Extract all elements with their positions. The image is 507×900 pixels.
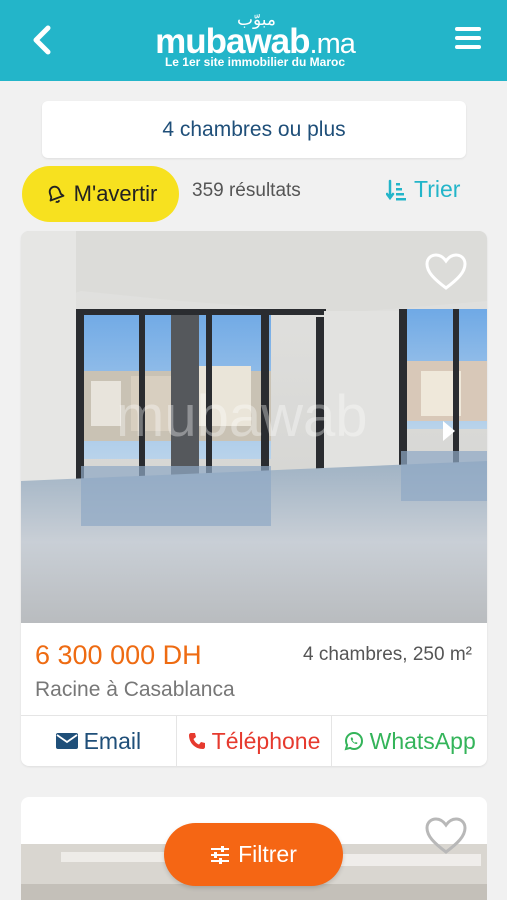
app-header: مبوّب mubawab.ma Le 1er site immobilier …	[0, 0, 507, 81]
listing-price: 6 300 000 DH	[35, 640, 202, 670]
photo-watermark: mubawab	[116, 384, 367, 449]
whatsapp-button[interactable]: WhatsApp	[332, 716, 487, 766]
filter-label: Filtrer	[238, 841, 297, 867]
sliders-icon	[211, 845, 230, 864]
hamburger-menu-button[interactable]	[455, 27, 481, 51]
menu-line-icon	[455, 36, 481, 40]
alert-button[interactable]: M'avertir	[22, 166, 179, 222]
chevron-left-icon	[33, 25, 51, 55]
results-count: 359 résultats	[192, 180, 301, 201]
phone-label: Téléphone	[211, 727, 321, 754]
sort-icon	[386, 179, 406, 200]
alert-label: M'avertir	[73, 181, 158, 206]
phone-icon	[188, 733, 205, 749]
listing-actions: Email Téléphone WhatsApp	[21, 715, 487, 766]
bell-icon	[48, 185, 65, 203]
menu-line-icon	[455, 45, 481, 49]
phone-button[interactable]: Téléphone	[177, 716, 333, 766]
listing-location: Racine à Casablanca	[35, 678, 235, 701]
whatsapp-label: WhatsApp	[369, 727, 476, 754]
filter-button[interactable]: Filtrer	[164, 823, 343, 886]
listing-card[interactable]: mubawab 6 300 000 DH 4 chambres, 250 m² …	[21, 231, 487, 766]
mubawab-logo[interactable]: مبوّب mubawab.ma Le 1er site immobilier …	[145, 10, 365, 72]
listing-photo[interactable]: mubawab	[21, 231, 487, 623]
sort-label: Trier	[414, 176, 461, 202]
listing-specs: 4 chambres, 250 m²	[303, 644, 472, 665]
active-filter-chip[interactable]: 4 chambres ou plus	[42, 101, 466, 158]
envelope-icon	[55, 733, 78, 749]
sort-button[interactable]: Trier	[386, 176, 460, 203]
heart-icon[interactable]	[424, 252, 468, 292]
menu-line-icon	[455, 27, 481, 31]
next-photo-icon[interactable]	[441, 419, 457, 443]
email-button[interactable]: Email	[21, 716, 177, 766]
email-label: Email	[83, 727, 142, 754]
back-button[interactable]	[28, 24, 58, 56]
whatsapp-icon	[344, 731, 363, 751]
logo-tagline: Le 1er site immobilier du Maroc	[164, 55, 346, 69]
heart-icon[interactable]	[424, 816, 468, 856]
